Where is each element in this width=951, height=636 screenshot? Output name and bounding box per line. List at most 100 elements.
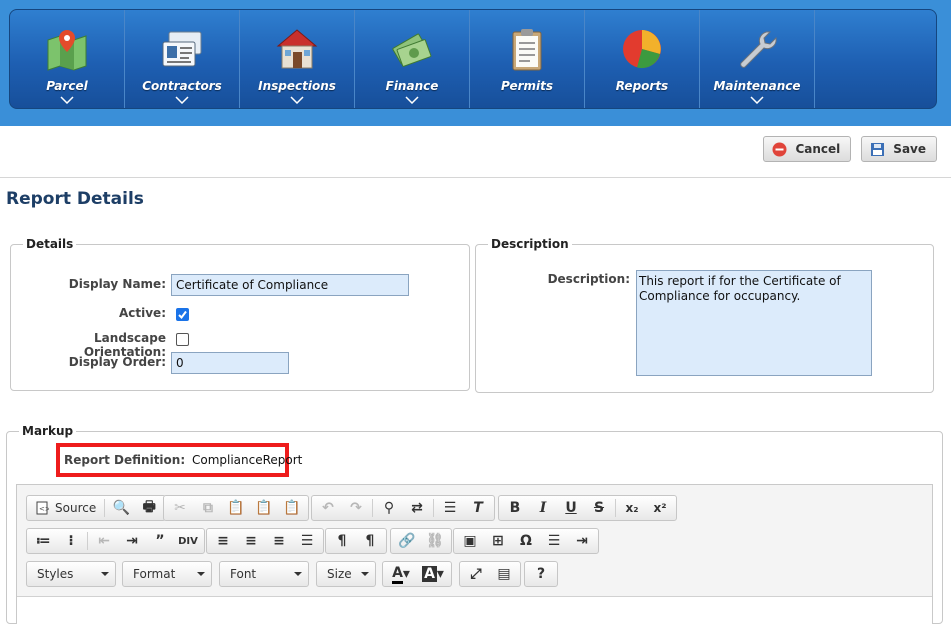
text-color-icon[interactable]: A ▾ — [385, 562, 417, 586]
cut-icon[interactable]: ✂ — [166, 496, 194, 520]
align-left-icon[interactable]: ≡ — [209, 529, 237, 553]
unlink-icon[interactable]: ⛓ — [421, 529, 449, 553]
redo-icon[interactable]: ↷ — [342, 496, 370, 520]
rich-text-editor: <> Source 🔍 🖶 ✂ ⧉ 📋 📋 📋 ↶ ↷ ⚲ ⇄ ☰ T B I … — [16, 484, 933, 636]
blockquote-icon[interactable]: ” — [146, 529, 174, 553]
background-color-icon[interactable]: A ▾ — [417, 562, 449, 586]
ltr-icon[interactable]: ¶ — [328, 529, 356, 553]
editor-content-area[interactable] — [17, 596, 932, 636]
outdent-icon[interactable]: ⇤ — [90, 529, 118, 553]
toolbar-group-tools: ⤢ ▤ — [459, 561, 521, 587]
copy-icon[interactable]: ⧉ — [194, 496, 222, 520]
display-name-label: Display Name: — [68, 277, 166, 291]
nav-item-reports[interactable]: Reports — [585, 10, 700, 108]
rtl-icon[interactable]: ¶ — [356, 529, 384, 553]
toolbar-group-help: ? — [524, 561, 558, 587]
source-icon: <> — [36, 501, 49, 515]
align-right-icon[interactable]: ≡ — [265, 529, 293, 553]
action-bar: Cancel Save — [763, 136, 937, 162]
remove-format-icon[interactable]: T — [464, 496, 492, 520]
nav-item-permits[interactable]: Permits — [470, 10, 585, 108]
save-button[interactable]: Save — [861, 136, 937, 162]
size-dropdown[interactable]: Size — [316, 561, 376, 587]
numbered-list-icon[interactable]: ≔ — [29, 529, 57, 553]
source-label: Source — [55, 501, 97, 515]
strikethrough-icon[interactable]: S — [585, 496, 613, 520]
active-checkbox[interactable] — [176, 308, 189, 321]
nav-label: Permits — [500, 79, 554, 93]
find-icon[interactable]: ⚲ — [375, 496, 403, 520]
preview-icon[interactable]: 🔍 — [107, 496, 135, 520]
undo-icon[interactable]: ↶ — [314, 496, 342, 520]
horizontal-line-icon[interactable]: ☰ — [540, 529, 568, 553]
bulleted-list-icon[interactable]: ⁝ — [57, 529, 85, 553]
create-div-icon[interactable]: DIV — [174, 529, 202, 553]
underline-icon[interactable]: U — [557, 496, 585, 520]
nav-item-parcel[interactable]: Parcel — [10, 10, 125, 108]
help-icon[interactable]: ? — [527, 562, 555, 586]
nav-item-finance[interactable]: Finance — [355, 10, 470, 108]
bold-icon[interactable]: B — [501, 496, 529, 520]
toolbar-group-lists: ≔ ⁝ ⇤ ⇥ ” DIV — [26, 528, 205, 554]
special-char-icon[interactable]: Ω — [512, 529, 540, 553]
toolbar-group-document: <> Source 🔍 🖶 — [26, 495, 167, 521]
page-break-icon[interactable]: ⇥ — [568, 529, 596, 553]
id-cards-icon — [162, 31, 202, 67]
paste-icon[interactable]: 📋 — [222, 496, 250, 520]
chevron-down-icon — [750, 96, 764, 104]
nav-item-contractors[interactable]: Contractors — [125, 10, 240, 108]
nav-label: Contractors — [142, 79, 222, 93]
maximize-icon[interactable]: ⤢ — [462, 562, 490, 586]
landscape-orientation-checkbox[interactable] — [176, 333, 189, 346]
toolbar-group-colors: A ▾ A ▾ — [382, 561, 452, 587]
map-pin-icon — [47, 30, 87, 71]
report-definition-value: ComplianceReport — [191, 453, 303, 467]
image-icon[interactable]: ▣ — [456, 529, 484, 553]
cancel-button[interactable]: Cancel — [763, 136, 852, 162]
house-icon — [276, 29, 318, 69]
justify-icon[interactable]: ☰ — [293, 529, 321, 553]
checkmark-icon — [178, 310, 187, 320]
source-button[interactable]: <> Source — [29, 501, 102, 515]
size-label: Size — [327, 567, 352, 581]
nav-item-maintenance[interactable]: Maintenance — [700, 10, 815, 108]
table-icon[interactable]: ⊞ — [484, 529, 512, 553]
replace-icon[interactable]: ⇄ — [403, 496, 431, 520]
clipboard-icon — [512, 29, 542, 71]
save-label: Save — [893, 142, 926, 156]
indent-icon[interactable]: ⇥ — [118, 529, 146, 553]
subscript-icon[interactable]: x₂ — [618, 496, 646, 520]
cancel-icon — [772, 142, 787, 156]
format-dropdown[interactable]: Format — [122, 561, 212, 587]
nav-item-inspections[interactable]: Inspections — [240, 10, 355, 108]
print-icon[interactable]: 🖶 — [135, 496, 163, 520]
select-all-icon[interactable]: ☰ — [436, 496, 464, 520]
link-icon[interactable]: 🔗 — [393, 529, 421, 553]
report-definition-label: Report Definition: — [64, 453, 186, 467]
page-title: Report Details — [6, 189, 144, 209]
toolbar-group-basic-styles: B I U S x₂ x² — [498, 495, 677, 521]
italic-icon[interactable]: I — [529, 496, 557, 520]
divider — [0, 177, 951, 178]
show-blocks-icon[interactable]: ▤ — [490, 562, 518, 586]
description-textarea[interactable]: This report if for the Certificate of Co… — [636, 270, 872, 376]
styles-dropdown[interactable]: Styles — [26, 561, 116, 587]
display-order-input[interactable]: 0 — [171, 352, 289, 374]
display-name-input[interactable]: Certificate of Compliance — [171, 274, 409, 296]
cancel-label: Cancel — [795, 142, 841, 156]
separator — [615, 499, 616, 517]
description-label: Description: — [547, 272, 630, 286]
align-center-icon[interactable]: ≡ — [237, 529, 265, 553]
toolbar-group-editing: ↶ ↷ ⚲ ⇄ ☰ T — [311, 495, 495, 521]
markup-legend: Markup — [22, 424, 74, 438]
styles-label: Styles — [37, 567, 74, 581]
toolbar-group-direction: ¶ ¶ — [325, 528, 387, 554]
superscript-icon[interactable]: x² — [646, 496, 674, 520]
toolbar-group-align: ≡ ≡ ≡ ☰ — [206, 528, 324, 554]
font-dropdown[interactable]: Font — [219, 561, 309, 587]
paste-text-icon[interactable]: 📋 — [250, 496, 278, 520]
separator — [87, 532, 88, 550]
chevron-down-icon — [290, 96, 304, 104]
paste-word-icon[interactable]: 📋 — [278, 496, 306, 520]
chevron-down-icon — [175, 96, 189, 104]
